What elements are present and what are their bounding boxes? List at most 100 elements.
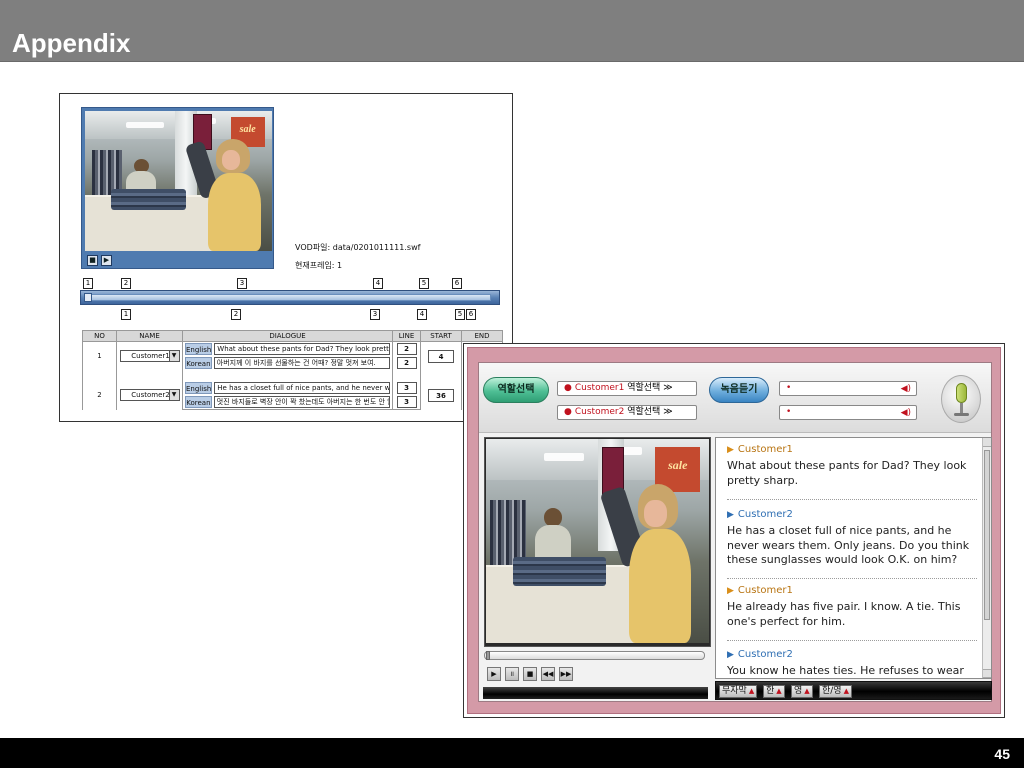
vod-file-label: VOD파일: data/0201011111.swf [295, 243, 421, 252]
english-dialogue-input[interactable]: He has a closet full of nice pants, and … [214, 382, 390, 394]
timeline-marker-bottom[interactable]: 4 [417, 309, 427, 320]
speaker-name: Customer2 [737, 649, 793, 660]
authoring-panel: sale ■ ▶ VOD파일: data/0201011111.swf 현재프레… [59, 93, 513, 422]
timeline-marker-bottom[interactable]: 5 [455, 309, 465, 320]
ceiling-light [543, 453, 585, 462]
timeline-bar[interactable] [80, 290, 500, 305]
column-header-dialogue: DIALOGUE [182, 330, 393, 342]
subtitle-tab-none[interactable]: 무자막 ▲ [719, 685, 758, 698]
korean-line-input[interactable]: 3 [396, 396, 417, 408]
subtitle-tab-label: 무자막 [722, 686, 747, 696]
script-entry: ▶ Customer2 He has a closet full of nice … [727, 509, 977, 568]
player-frame: 역할선택 ● Customer1 역할선택 ≫ ● Customer2 역할선택 ≫… [467, 347, 1001, 714]
role-button-customer1[interactable]: ● Customer1 역할선택 ≫ [557, 381, 697, 396]
scroll-up-icon[interactable] [983, 438, 991, 447]
slide-footer: 45 [0, 738, 1024, 768]
record-listen-tab[interactable]: 녹음듣기 [709, 377, 769, 403]
english-line-input[interactable]: 3 [396, 382, 417, 394]
dialogue-table: NO NAME DIALOGUE LINE START END 1 Custom… [82, 330, 503, 410]
slide-title: Appendix [12, 28, 131, 58]
dropdown-arrow-icon: ▼ [168, 390, 179, 401]
microphone-base [954, 413, 969, 416]
rewind-button[interactable]: ◀◀ [541, 667, 555, 681]
authoring-video-frame: sale ■ ▶ [81, 107, 274, 269]
speaker-icon[interactable]: ◀) [901, 407, 911, 420]
speaker-select-value: Customer2 [131, 391, 170, 400]
start-input[interactable]: 36 [428, 388, 454, 402]
timeline-marker-bottom[interactable]: 3 [370, 309, 380, 320]
script-panel[interactable]: ▶ Customer1 What about these pants for Da… [715, 437, 992, 679]
subtitle-tab-english[interactable]: 영 ▲ [791, 685, 813, 698]
speaker-select[interactable]: Customer2 ▼ [119, 389, 180, 402]
slide-header: Appendix [0, 0, 1024, 62]
subtitle-tab-korean[interactable]: 한 ▲ [763, 685, 785, 698]
fast-forward-button[interactable]: ▶▶ [559, 667, 573, 681]
timeline-marker-top[interactable]: 3 [237, 278, 247, 289]
recording-slot-2[interactable]: • ◀) [779, 405, 917, 420]
woman-body [628, 528, 692, 643]
timeline-marker-top[interactable]: 1 [83, 278, 93, 289]
seek-handle[interactable] [486, 651, 490, 660]
column-header-end: END [461, 330, 503, 342]
korean-dialogue-input[interactable]: 아버지께 이 바지를 선물하는 건 어때? 정말 멋져 보여. [213, 357, 390, 369]
play-triangle-icon: ▶ [727, 510, 734, 520]
microphone-icon[interactable] [941, 373, 981, 427]
authoring-video[interactable]: sale [85, 111, 272, 251]
shopper-head [543, 508, 562, 527]
timeline-marker-bottom[interactable]: 6 [466, 309, 476, 320]
ceiling-light [126, 122, 164, 128]
timeline-track [89, 294, 491, 301]
caret-up-icon: ▲ [748, 687, 755, 695]
script-entry: ▶ Customer1 He already has five pair. I k… [727, 585, 977, 629]
shopper-body [535, 524, 571, 562]
play-button[interactable]: ▶ [487, 667, 501, 681]
timeline-marker-top[interactable]: 4 [373, 278, 383, 289]
timeline-marker-bottom[interactable]: 2 [231, 309, 241, 320]
woman-face [644, 500, 667, 527]
speaker-select[interactable]: Customer1 ▼ [119, 350, 180, 362]
role-customer-name: Customer1 [574, 383, 625, 393]
bullet-icon: • [786, 383, 792, 393]
pause-button[interactable]: ॥ [505, 667, 519, 681]
recording-slot-1[interactable]: • ◀) [779, 381, 917, 396]
scroll-down-icon[interactable] [983, 669, 991, 678]
script-scrollbar[interactable] [982, 438, 991, 678]
scroll-thumb[interactable] [984, 450, 990, 620]
subtitle-tab-label: 영 [794, 686, 803, 696]
row-number: 1 [82, 341, 117, 370]
vod-info: VOD파일: data/0201011111.swf 현재프레임: 1 [295, 242, 420, 278]
role-button-customer2[interactable]: ● Customer2 역할선택 ≫ [557, 405, 697, 420]
row-number: 2 [82, 381, 117, 410]
script-divider [727, 578, 977, 579]
korean-line-input[interactable]: 2 [396, 357, 417, 369]
player-video[interactable]: sale [486, 439, 709, 643]
script-line: You know he hates ties. He refuses to we… [727, 664, 964, 677]
english-line-input[interactable]: 2 [396, 343, 417, 355]
role-label: 역할선택 [627, 383, 661, 393]
subtitle-tab-both[interactable]: 한/영 ▲ [819, 685, 852, 698]
seek-bar[interactable] [484, 651, 705, 660]
video-status-strip [483, 687, 708, 699]
script-entry: ▶ Customer1 What about these pants for Da… [727, 444, 977, 488]
english-dialogue-input[interactable]: What about these pants for Dad? They loo… [214, 343, 390, 355]
timeline-marker-top[interactable]: 5 [419, 278, 429, 289]
stop-button[interactable]: ■ [523, 667, 537, 681]
script-line: He already has five pair. I know. A tie.… [727, 600, 961, 628]
play-button[interactable]: ▶ [101, 255, 112, 266]
role-customer-name: Customer2 [574, 407, 625, 417]
start-input[interactable]: 4 [428, 349, 454, 363]
korean-dialogue-input[interactable]: 멋진 바지들로 벽장 안이 꽉 찼는데도 아버지는 한 번도 안 입으셔. [213, 396, 390, 408]
role-select-tab[interactable]: 역할선택 [483, 377, 549, 403]
timeline-marker-top[interactable]: 2 [121, 278, 131, 289]
current-frame-label: 현재프레임: 1 [295, 261, 343, 270]
script-line: He has a closet full of nice pants, and … [727, 524, 970, 566]
script-speaker: ▶ Customer2 [727, 649, 977, 661]
stop-button[interactable]: ■ [87, 255, 98, 266]
timeline-marker-top[interactable]: 6 [452, 278, 462, 289]
speaker-icon[interactable]: ◀) [901, 383, 911, 396]
speaker-select-value: Customer1 [131, 352, 170, 360]
timeline-marker-bottom[interactable]: 1 [121, 309, 131, 320]
timeline-playhead[interactable] [84, 293, 92, 302]
script-divider [727, 640, 977, 641]
script-speaker: ▶ Customer1 [727, 585, 977, 597]
